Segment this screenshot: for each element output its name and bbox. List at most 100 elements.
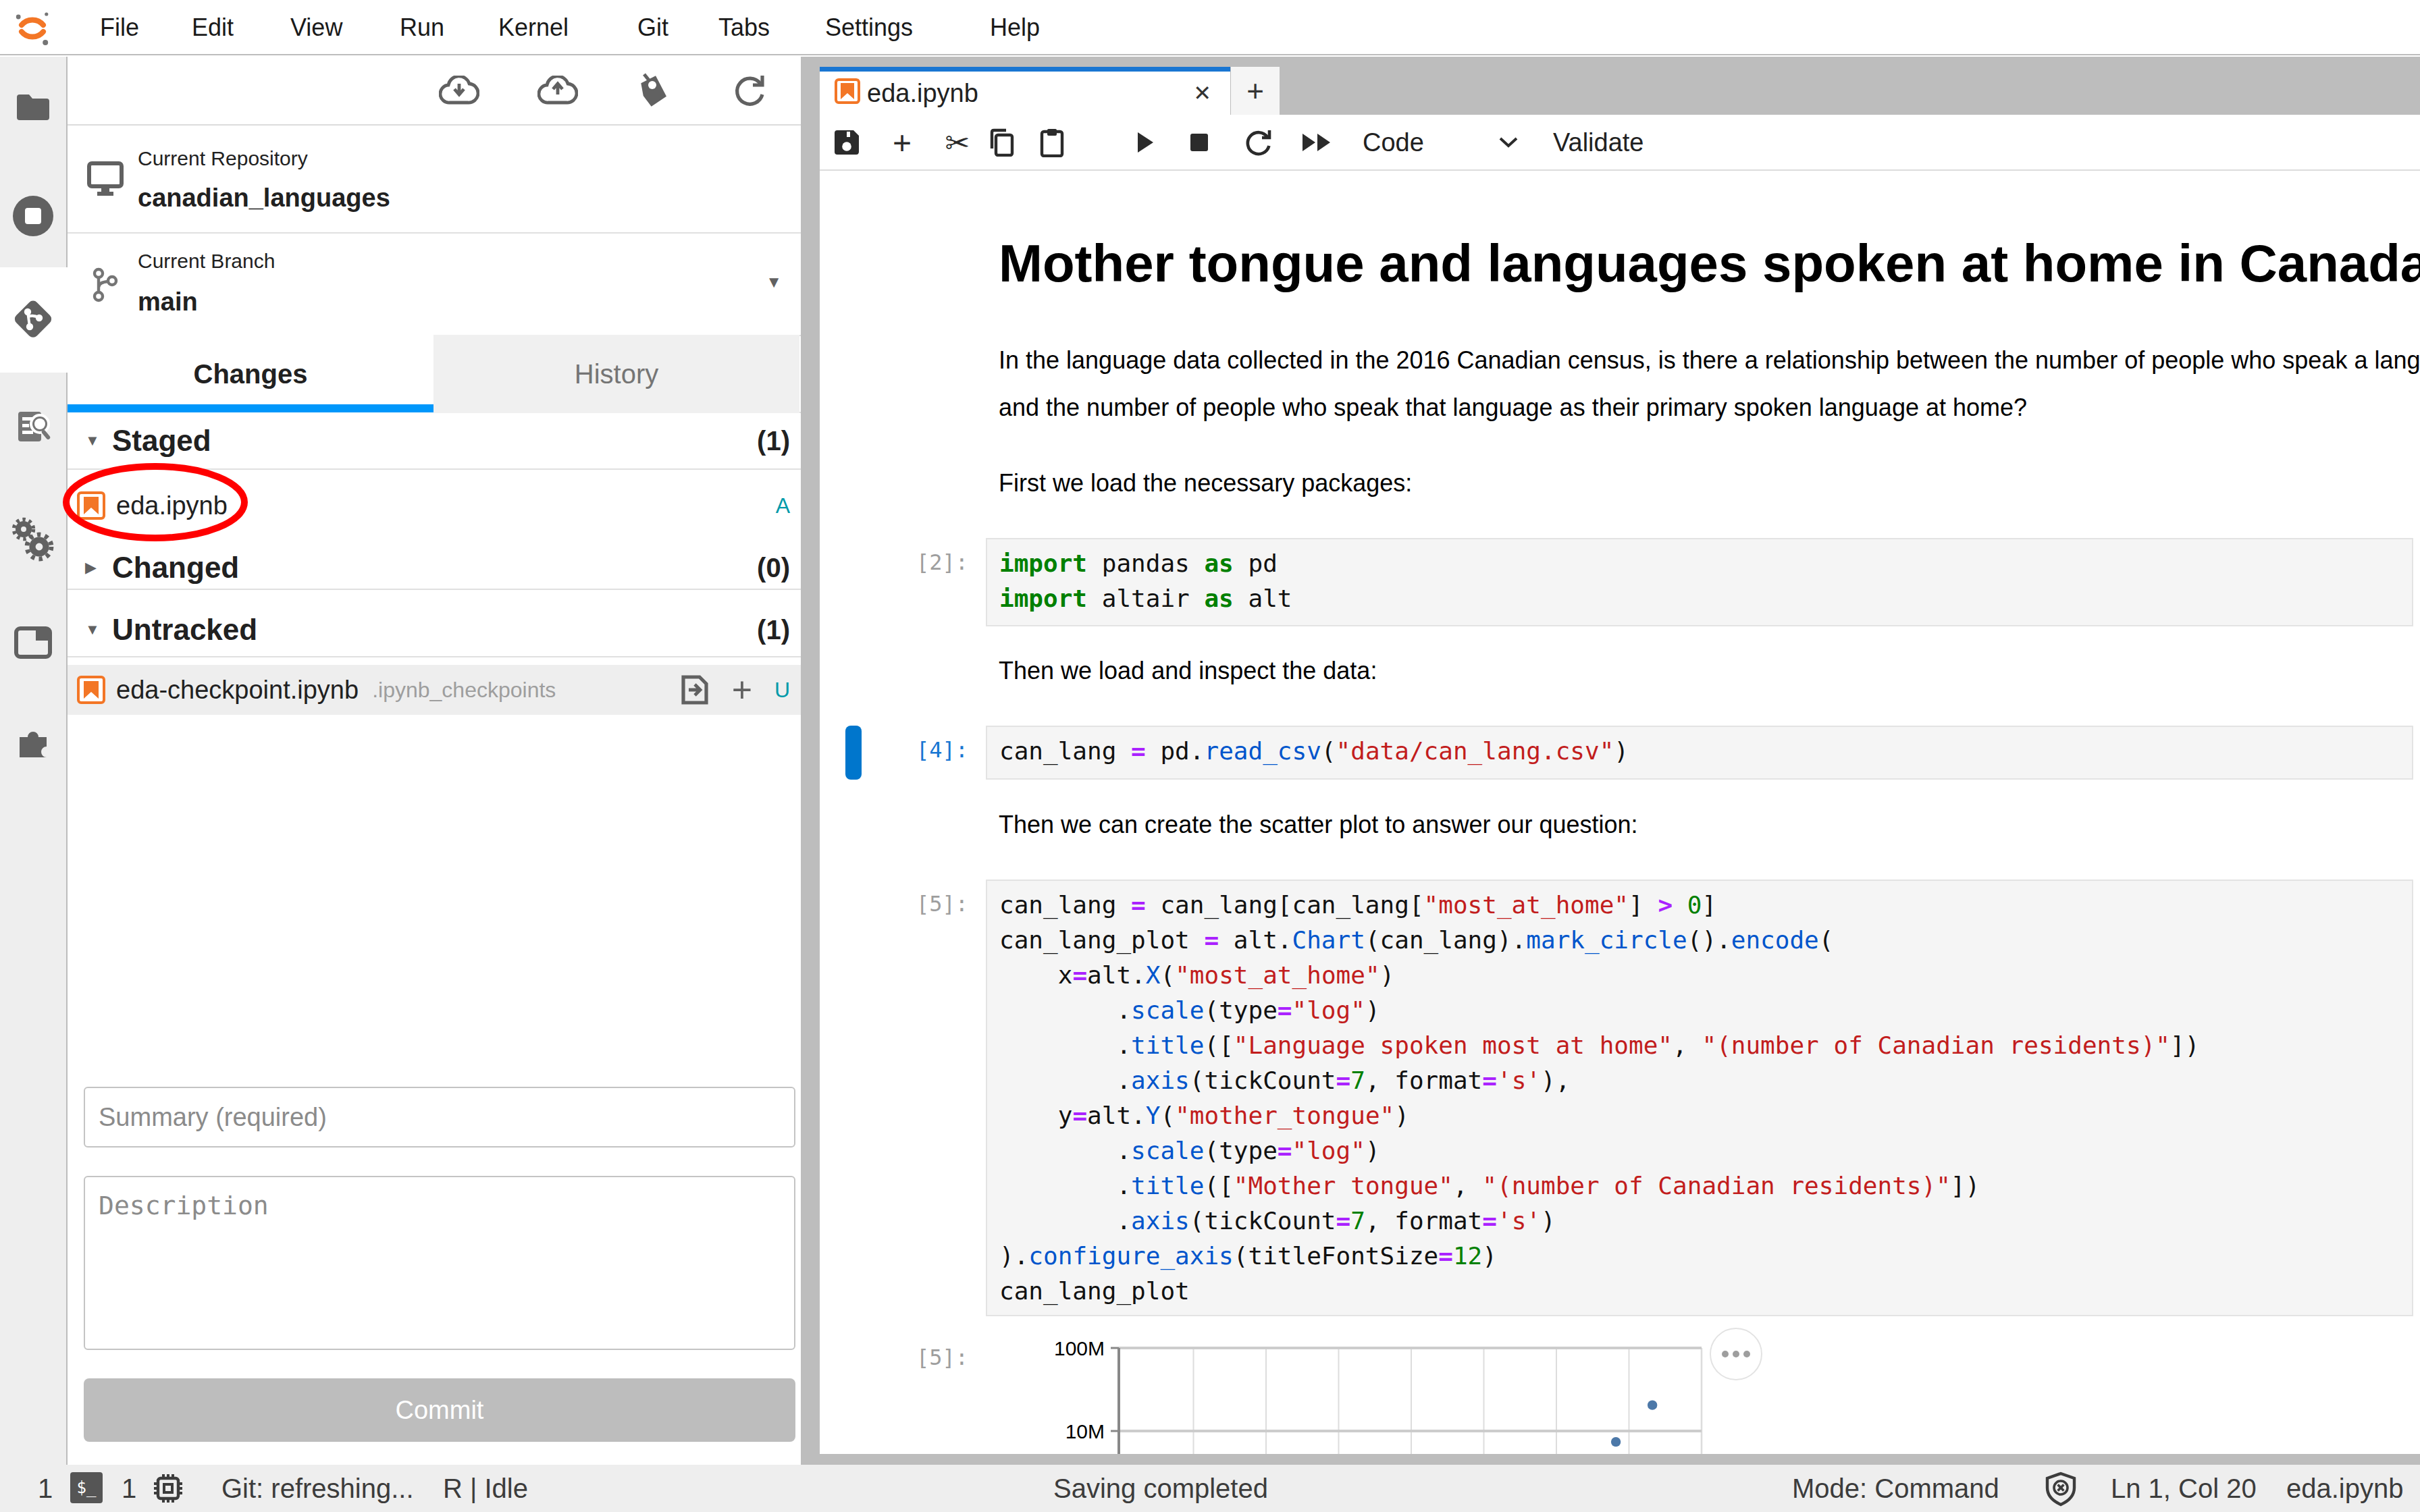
git-panel: Current Repository canadian_languages Cu… [68,57,801,1465]
open-file-icon[interactable] [681,674,709,705]
markdown-paragraph: First we load the necessary packages: [999,469,1412,497]
caret-down-icon: ▼ [85,621,100,639]
untracked-label: Untracked [112,613,257,647]
validate-button[interactable]: Validate [1553,115,1644,170]
menu-view[interactable]: View [290,0,342,55]
commit-summary-input[interactable] [84,1087,795,1148]
changed-count: (0) [757,553,790,583]
notebook-icon [77,491,105,520]
current-branch-label: Current Branch [138,250,275,273]
current-repository-name: canadian_languages [138,184,390,213]
notebook-icon [835,78,860,104]
refresh-icon[interactable] [725,66,774,115]
commit-button[interactable]: Commit [84,1378,795,1442]
section-staged[interactable]: ▼ Staged (1) [68,413,801,468]
git-panel-tabs: Changes History [68,335,801,413]
menu-file[interactable]: File [100,0,139,55]
kernel-status[interactable]: R | Idle [443,1465,528,1512]
code-cell-active[interactable]: can_lang = pd.read_csv("data/can_lang.cs… [986,726,2413,780]
notebook-content: Mother tongue and languages spoken at ho… [820,171,2420,1454]
section-changed[interactable]: ▶ Changed (0) [68,540,801,595]
notebook-title: Mother tongue and languages spoken at ho… [999,237,2420,290]
notebook-toolbar: + ✂ Code Validate [820,115,2420,171]
code-cell[interactable]: import pandas as pdimport altair as alt [986,538,2413,626]
notebook-tab[interactable]: eda.ipynb ✕ [820,67,1230,115]
untracked-count: (1) [757,615,790,645]
repository-icon [86,161,124,196]
terminal-icon[interactable]: $_ [70,1472,103,1503]
tag-icon[interactable] [629,66,678,115]
scrollbar-track[interactable] [820,1454,2420,1465]
git-status: Git: refreshing... [221,1465,414,1512]
cell-type-dropdown[interactable]: Code [1363,115,1424,170]
staged-file-status: A [776,493,790,518]
cell-prompt: [2]: [820,545,968,580]
cell-prompt-active: [4]: [820,732,968,767]
editor-mode: Mode: Command [1792,1465,1999,1512]
restart-run-all-icon[interactable] [1298,115,1336,170]
git-icon[interactable] [0,296,66,342]
window-icon[interactable] [0,622,66,663]
menu-git[interactable]: Git [637,0,668,55]
folder-icon[interactable] [0,88,66,128]
section-untracked[interactable]: ▼ Untracked (1) [68,602,801,657]
terminals-count: 1 [38,1465,53,1512]
staged-label: Staged [112,424,211,458]
panel-splitter[interactable] [801,57,820,1465]
code-cell[interactable]: can_lang = can_lang[can_lang["most_at_ho… [986,880,2413,1316]
menu-kernel[interactable]: Kernel [498,0,569,55]
stage-plus-icon[interactable]: + [732,670,752,710]
shield-icon[interactable] [2045,1472,2077,1507]
new-tab-button[interactable]: + [1231,67,1280,115]
run-cell-icon[interactable] [1132,115,1159,170]
untracked-file-name: eda-checkpoint.ipynb [116,676,359,705]
running-sessions-icon[interactable] [0,194,66,238]
untracked-file-row[interactable]: eda-checkpoint.ipynb .ipynb_checkpoints … [68,665,801,715]
menu-bar: File Edit View Run Kernel Git Tabs Settings Help [0,0,2420,55]
restart-kernel-icon[interactable] [1242,115,1275,170]
git-panel-toolbar [68,57,801,126]
insert-cell-icon[interactable]: + [887,115,917,170]
gears-icon[interactable] [0,517,66,563]
output-options-button[interactable] [1710,1328,1762,1380]
kernel-chip-icon[interactable] [153,1473,184,1504]
paste-cells-icon[interactable] [1036,115,1068,170]
tab-changes[interactable]: Changes [68,335,433,413]
commit-description-input[interactable] [84,1176,795,1350]
left-sidebar [0,57,68,1465]
copy-cells-icon[interactable] [984,115,1017,170]
stop-kernel-icon[interactable] [1186,115,1213,170]
markdown-paragraph: Then we can create the scatter plot to a… [999,811,1638,839]
menu-run[interactable]: Run [400,0,444,55]
untracked-file-path: .ipynb_checkpoints [372,678,556,703]
jupyterlab-window: File Edit View Run Kernel Git Tabs Settings Help [0,0,2420,1512]
close-tab-icon[interactable]: ✕ [1193,80,1211,106]
cloud-download-icon[interactable] [435,66,483,115]
menu-tabs[interactable]: Tabs [718,0,770,55]
cut-cells-icon[interactable]: ✂ [939,115,976,170]
staged-count: (1) [757,426,790,456]
markdown-paragraph: Then we load and inspect the data: [999,657,1377,685]
notebook-tab-title: eda.ipynb [867,79,978,108]
cursor-position[interactable]: Ln 1, Col 20 [2111,1465,2257,1512]
menu-edit[interactable]: Edit [192,0,234,55]
status-bar: 1 $_ 1 Git: refreshing... R | Idle Savin… [0,1465,2420,1512]
caret-down-icon: ▼ [85,432,100,450]
editor-tab-bar: eda.ipynb ✕ + [820,57,2420,115]
branch-dropdown-caret[interactable]: ▼ [766,273,782,292]
cloud-upload-icon[interactable] [533,66,582,115]
staged-file-row[interactable]: eda.ipynb A [68,481,801,531]
current-repository-label: Current Repository [138,147,308,170]
branch-icon [92,267,119,302]
caret-right-icon: ▶ [85,559,97,576]
scatter-plot [1026,1340,1783,1454]
menu-help[interactable]: Help [990,0,1040,55]
puzzle-icon[interactable] [0,721,66,764]
save-icon[interactable] [832,115,862,170]
document-search-icon[interactable] [0,408,66,451]
untracked-file-status: U [774,678,790,703]
tab-history[interactable]: History [433,335,799,413]
status-filename: eda.ipynb [2286,1465,2403,1512]
chevron-down-icon[interactable] [1496,115,1521,170]
menu-settings[interactable]: Settings [825,0,913,55]
